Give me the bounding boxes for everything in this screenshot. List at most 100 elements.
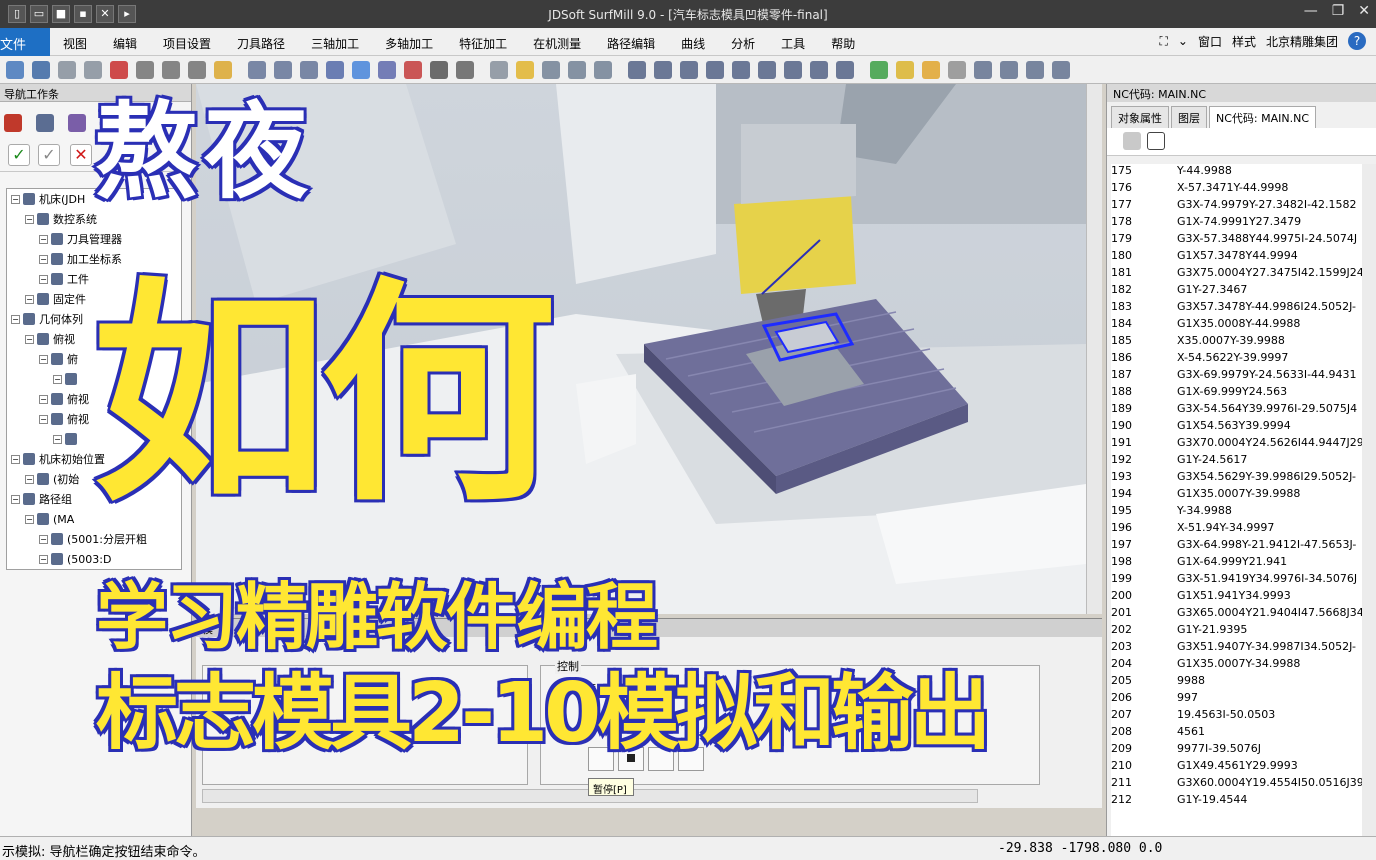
tree-item[interactable]: − (5003:D xyxy=(7,549,181,569)
zoom-prev-icon[interactable] xyxy=(758,61,776,79)
nc-scrollbar[interactable] xyxy=(1362,164,1376,836)
menu-window[interactable]: 窗口 xyxy=(1198,33,1222,50)
nc-line[interactable]: 199 G3X-51.9419Y34.9976I-34.5076J xyxy=(1111,572,1367,589)
nc-line[interactable]: 176 X-57.3471Y-44.9998 xyxy=(1111,181,1367,198)
nc-panel-tab[interactable]: 图层 xyxy=(1171,106,1207,128)
path-icon[interactable] xyxy=(68,114,86,132)
expand-toggle-icon[interactable]: − xyxy=(39,554,48,564)
nc-line[interactable]: 178 G1X-74.9991Y27.3479 xyxy=(1111,215,1367,232)
menu-file[interactable]: 文件 xyxy=(0,28,50,56)
cube-icon[interactable] xyxy=(274,61,292,79)
nc-line[interactable]: 198 G1X-64.999Y21.941 xyxy=(1111,555,1367,572)
sphere-blue-icon[interactable] xyxy=(352,61,370,79)
expand-toggle-icon[interactable]: − xyxy=(53,374,62,384)
nc-line[interactable]: 184 G1X35.0008Y-44.9988 xyxy=(1111,317,1367,334)
redo-icon[interactable] xyxy=(84,61,102,79)
expand-toggle-icon[interactable]: − xyxy=(25,334,34,344)
nc-panel-tab[interactable]: NC代码: MAIN.NC xyxy=(1209,106,1317,128)
nc-line[interactable]: 175 Y-44.9988 xyxy=(1111,164,1367,181)
nc-line[interactable]: 179 G3X-57.3488Y44.9975I-24.5074J xyxy=(1111,232,1367,249)
restore-icon[interactable]: ❐ xyxy=(1332,3,1345,19)
paste-icon[interactable] xyxy=(188,61,206,79)
menu-item[interactable]: 编辑 xyxy=(100,28,150,56)
nc-line[interactable]: 189 G3X-54.564Y39.9976I-29.5075J4 xyxy=(1111,402,1367,419)
nc-code-list[interactable]: 175 Y-44.9988 176 X-57.3471Y-44.9998 177 G3X-… xyxy=(1111,164,1367,836)
nc-line[interactable]: 196 X-51.94Y-34.9997 xyxy=(1111,521,1367,538)
nc-line[interactable]: 211 G3X60.0004Y19.4554I50.0516J39 xyxy=(1111,776,1367,793)
light-green-icon[interactable] xyxy=(922,61,940,79)
measure-icon[interactable] xyxy=(568,61,586,79)
nc-line[interactable]: 180 G1X57.3478Y44.9994 xyxy=(1111,249,1367,266)
apply-icon[interactable]: ✓ xyxy=(38,144,60,166)
fullscreen-icon[interactable]: ⛶ xyxy=(1159,34,1167,49)
viewport-vertical-scrollbar[interactable] xyxy=(1086,84,1102,614)
menu-item[interactable]: 分析 xyxy=(718,28,768,56)
check-icon[interactable] xyxy=(594,61,612,79)
menu-item[interactable]: 多轴加工 xyxy=(372,28,446,56)
pan-icon[interactable] xyxy=(784,61,802,79)
expand-toggle-icon[interactable]: − xyxy=(39,254,48,264)
expand-toggle-icon[interactable]: − xyxy=(39,414,48,424)
nc-line[interactable]: 188 G1X-69.999Y24.563 xyxy=(1111,385,1367,402)
save-icon[interactable] xyxy=(32,61,50,79)
sphere-purple-icon[interactable] xyxy=(378,61,396,79)
menu-item[interactable]: 刀具路径 xyxy=(224,28,298,56)
back-icon[interactable] xyxy=(1026,61,1044,79)
nc-line[interactable]: 181 G3X75.0004Y27.3475I42.1599J24 xyxy=(1111,266,1367,283)
expand-toggle-icon[interactable]: − xyxy=(25,294,34,304)
wcs-icon[interactable] xyxy=(326,61,344,79)
zoom-in-icon[interactable] xyxy=(706,61,724,79)
tree-item[interactable]: − 刀具管理器 xyxy=(7,229,181,249)
nc-line[interactable]: 177 G3X-74.9979Y-27.3482I-42.1582 xyxy=(1111,198,1367,215)
shade-icon[interactable] xyxy=(214,61,232,79)
menu-item[interactable]: 曲线 xyxy=(668,28,718,56)
expand-toggle-icon[interactable]: − xyxy=(25,514,34,524)
zoom-icon[interactable] xyxy=(654,61,672,79)
sphere-red-icon[interactable] xyxy=(404,61,422,79)
nc-line[interactable]: 187 G3X-69.9979Y-24.5633I-44.9431 xyxy=(1111,368,1367,385)
cut-icon[interactable] xyxy=(136,61,154,79)
menu-style[interactable]: 样式 xyxy=(1232,33,1256,50)
find-icon[interactable] xyxy=(1123,132,1141,150)
open-icon[interactable] xyxy=(6,61,24,79)
nc-line[interactable]: 194 G1X35.0007Y-39.9988 xyxy=(1111,487,1367,504)
machine-icon[interactable] xyxy=(4,114,22,132)
list-icon[interactable] xyxy=(1147,132,1165,150)
expand-toggle-icon[interactable]: − xyxy=(53,434,62,444)
layer-icon[interactable] xyxy=(948,61,966,79)
nc-line[interactable]: 200 G1X51.941Y34.9993 xyxy=(1111,589,1367,606)
expand-toggle-icon[interactable]: − xyxy=(39,394,48,404)
undo-icon[interactable] xyxy=(58,61,76,79)
menu-item[interactable]: 在机测量 xyxy=(520,28,594,56)
minimize-icon[interactable]: — xyxy=(1304,3,1318,19)
lock-icon[interactable] xyxy=(974,61,992,79)
nc-line[interactable]: 209 9977I-39.5076J xyxy=(1111,742,1367,759)
nc-line[interactable]: 212 G1Y-19.4544 xyxy=(1111,793,1367,810)
zoom-all-icon[interactable] xyxy=(680,61,698,79)
point-icon[interactable] xyxy=(542,61,560,79)
help-icon[interactable]: ? xyxy=(1348,32,1366,50)
confirm-icon[interactable]: ✓ xyxy=(8,144,30,166)
menu-item[interactable]: 工具 xyxy=(768,28,818,56)
rotate-icon[interactable] xyxy=(490,61,508,79)
nc-line[interactable]: 203 G3X51.9407Y-34.9987I34.5052J- xyxy=(1111,640,1367,657)
expand-toggle-icon[interactable]: − xyxy=(11,494,20,504)
chevron-down-icon[interactable]: ⌄ xyxy=(1178,34,1188,48)
geometry-icon[interactable] xyxy=(36,114,54,132)
nc-line[interactable]: 210 G1X49.4561Y29.9993 xyxy=(1111,759,1367,776)
nc-line[interactable]: 182 G1Y-27.3467 xyxy=(1111,283,1367,300)
menu-item[interactable]: 特征加工 xyxy=(446,28,520,56)
menu-item[interactable]: 帮助 xyxy=(818,28,868,56)
nc-line[interactable]: 192 G1Y-24.5617 xyxy=(1111,453,1367,470)
nc-line[interactable]: 197 G3X-64.998Y-21.9412I-47.5653J- xyxy=(1111,538,1367,555)
axis-view-icon[interactable] xyxy=(870,61,888,79)
nc-line[interactable]: 205 9988 xyxy=(1111,674,1367,691)
menu-item[interactable]: 视图 xyxy=(50,28,100,56)
menu-item[interactable]: 路径编辑 xyxy=(594,28,668,56)
menu-item[interactable]: 三轴加工 xyxy=(298,28,372,56)
zoom-dyn-icon[interactable] xyxy=(810,61,828,79)
snap-icon[interactable] xyxy=(1000,61,1018,79)
nc-line[interactable]: 193 G3X54.5629Y-39.9986I29.5052J- xyxy=(1111,470,1367,487)
nc-line[interactable]: 204 G1X35.0007Y-34.9988 xyxy=(1111,657,1367,674)
expand-toggle-icon[interactable]: − xyxy=(25,474,34,484)
